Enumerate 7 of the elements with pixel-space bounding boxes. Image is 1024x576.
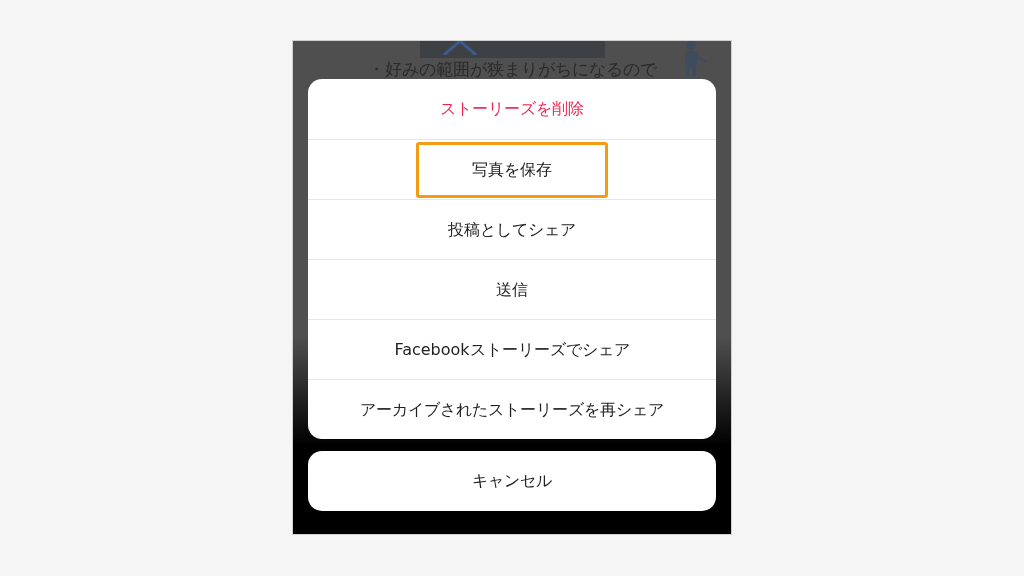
menu-item[interactable]: アーカイブされたストーリーズを再シェア <box>352 381 672 438</box>
menu-item[interactable]: 送信 <box>488 261 536 318</box>
menu-item[interactable]: ストーリーズを削除 <box>432 81 592 137</box>
menu-item[interactable]: 写真を保存 <box>416 141 608 198</box>
menu-item[interactable]: 投稿としてシェア <box>440 201 584 258</box>
cancel-button[interactable]: キャンセル <box>308 451 716 511</box>
menu-item[interactable]: Facebookストーリーズでシェア <box>386 321 638 378</box>
